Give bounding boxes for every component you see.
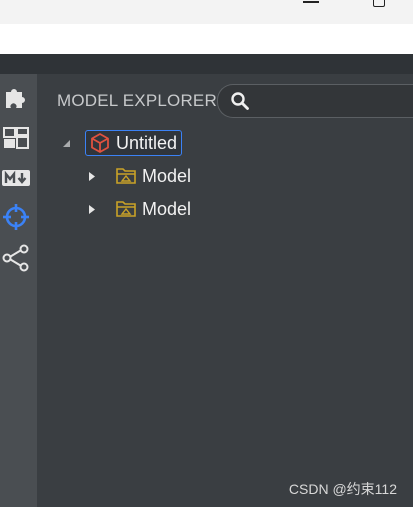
sidebar-item-extensions[interactable] xyxy=(0,80,32,112)
cube-icon xyxy=(91,133,109,153)
expand-triangle-icon[interactable] xyxy=(87,204,97,214)
panel-title: MODEL EXPLORER xyxy=(57,91,217,110)
minimize-icon[interactable] xyxy=(303,0,319,3)
tree-row-root[interactable]: Untitled xyxy=(61,130,183,156)
window-titlebar xyxy=(0,0,413,24)
sidebar-item-target[interactable] xyxy=(0,201,32,233)
tree-node-label: Model xyxy=(142,165,192,186)
crosshair-icon xyxy=(3,204,29,230)
collapse-triangle-icon[interactable] xyxy=(61,138,71,148)
app-area: MODEL EXPLORER Untitled Model Model CSDN… xyxy=(0,54,413,507)
puzzle-icon xyxy=(6,89,25,108)
markdown-icon xyxy=(2,170,30,186)
tree-row-model-2[interactable]: Model xyxy=(87,196,191,222)
model-explorer-panel: MODEL EXPLORER Untitled Model Model xyxy=(37,74,413,507)
sidebar-top-strip xyxy=(0,54,37,74)
share-icon xyxy=(2,244,29,272)
watermark: CSDN @约束112 xyxy=(288,481,397,497)
tree-node-root-selected[interactable]: Untitled xyxy=(85,130,183,156)
layout-icon xyxy=(3,127,29,149)
maximize-icon[interactable] xyxy=(373,0,385,7)
tree-row-model-1[interactable]: Model xyxy=(87,163,191,189)
activity-bar xyxy=(0,74,37,507)
search-input[interactable] xyxy=(258,91,413,113)
sidebar-item-share[interactable] xyxy=(0,242,32,274)
window-gap xyxy=(0,24,413,54)
screen: MODEL EXPLORER Untitled Model Model CSDN… xyxy=(0,0,413,507)
sidebar-item-layout[interactable] xyxy=(0,122,32,154)
folder-icon xyxy=(116,201,136,217)
search-box[interactable] xyxy=(217,84,413,118)
expand-triangle-icon[interactable] xyxy=(87,171,97,181)
tree-node-label: Model xyxy=(142,198,192,219)
search-icon xyxy=(231,92,249,110)
folder-icon xyxy=(116,168,136,184)
tree-node-label: Untitled xyxy=(116,132,178,153)
sidebar-item-markdown[interactable] xyxy=(0,162,32,194)
